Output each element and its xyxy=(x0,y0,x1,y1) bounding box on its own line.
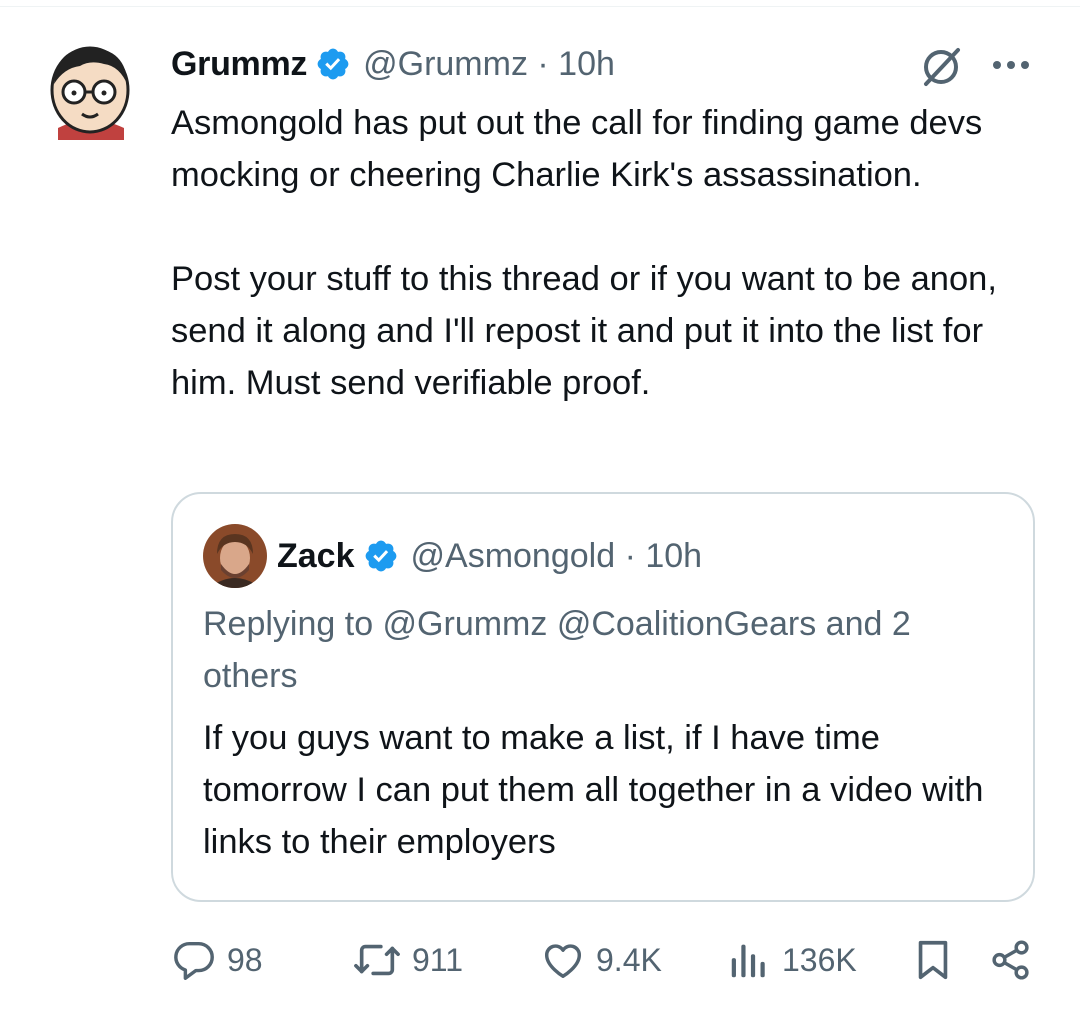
view-count: 136K xyxy=(782,941,857,978)
quoted-tweet-card[interactable]: Zack @Asmongold · 10h Replying to @Grumm… xyxy=(171,492,1035,902)
quoted-tweet-text: If you guys want to make a list, if I ha… xyxy=(203,719,984,861)
author-avatar[interactable] xyxy=(44,40,136,140)
reply-count: 98 xyxy=(227,941,263,978)
replying-to-text: Replying to @Grummz @CoalitionGears and … xyxy=(203,605,911,695)
like-count: 9.4K xyxy=(596,941,662,978)
action-bar: 98 911 9.4K 136K xyxy=(0,930,1080,990)
tweet-text: Asmongold has put out the call for findi… xyxy=(171,97,1051,409)
quoted-author-name[interactable]: Zack xyxy=(277,537,355,576)
quoted-author-avatar[interactable] xyxy=(203,524,267,588)
share-icon xyxy=(992,940,1029,980)
bookmark-icon xyxy=(918,940,948,980)
quoted-author-handle[interactable]: @Asmongold · 10h xyxy=(411,537,703,576)
views-icon xyxy=(731,944,765,978)
tweet-timestamp[interactable]: 10h xyxy=(558,45,615,83)
more-icon[interactable] xyxy=(990,50,1032,80)
quoted-timestamp[interactable]: 10h xyxy=(645,537,702,575)
repost-count: 911 xyxy=(412,941,464,978)
tweet-paragraph: Post your stuff to this thread or if you… xyxy=(171,260,997,402)
reply-button[interactable]: 98 xyxy=(171,930,263,990)
repost-button[interactable]: 911 xyxy=(352,930,463,990)
reply-icon xyxy=(174,941,214,980)
views-button[interactable]: 136K xyxy=(726,930,857,990)
bookmark-button[interactable] xyxy=(910,930,956,990)
author-handle[interactable]: @Grummz · 10h xyxy=(363,45,615,84)
quoted-tweet-header: Zack @Asmongold · 10h xyxy=(277,530,702,582)
like-button[interactable]: 9.4K xyxy=(540,930,662,990)
author-name[interactable]: Grummz xyxy=(171,45,307,84)
top-divider xyxy=(0,6,1080,7)
verified-badge-icon xyxy=(363,538,399,574)
like-icon xyxy=(544,944,582,979)
grok-icon[interactable] xyxy=(918,44,964,90)
repost-icon xyxy=(354,944,400,976)
tweet-header: Grummz @Grummz · 10h xyxy=(171,40,615,88)
verified-badge-icon[interactable] xyxy=(315,46,351,82)
tweet-paragraph: Asmongold has put out the call for findi… xyxy=(171,104,983,194)
share-button[interactable] xyxy=(988,930,1034,990)
